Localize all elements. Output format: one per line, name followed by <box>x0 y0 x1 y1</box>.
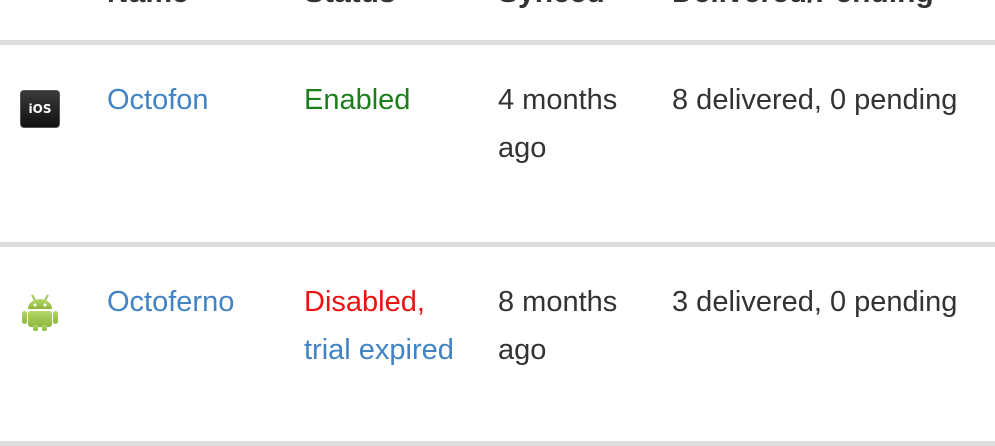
column-header-name: Name <box>107 0 189 10</box>
table-row: iOS Octofon Enabled 4 months ago 8 deliv… <box>0 45 995 247</box>
device-status: Disabled, <box>304 286 425 318</box>
android-robot-graphic <box>22 294 58 331</box>
device-delivered-pending: 3 delivered, 0 pending <box>672 286 958 318</box>
device-status: Enabled <box>304 84 411 116</box>
devices-table: Name Status Synced Delivered/Pending iOS… <box>0 0 995 446</box>
device-status-cell: Disabled, trial expired <box>304 278 479 374</box>
ios-icon: iOS <box>20 90 60 130</box>
table-row: Octoferno Disabled, trial expired 8 mont… <box>0 247 995 446</box>
device-synced: 8 months ago <box>498 286 618 366</box>
device-name-link[interactable]: Octoferno <box>107 286 234 318</box>
device-delivered-pending: 8 delivered, 0 pending <box>672 84 958 116</box>
device-name-cell: Octoferno <box>107 278 282 326</box>
column-header-status: Status <box>304 0 396 10</box>
device-name-link[interactable]: Octofon <box>107 84 209 116</box>
table-header: Name Status Synced Delivered/Pending <box>0 0 995 45</box>
column-header-synced: Synced <box>498 0 605 10</box>
device-synced: 4 months ago <box>498 84 618 164</box>
trial-expired-link[interactable]: trial expired <box>304 326 479 374</box>
android-icon <box>20 292 60 332</box>
device-name-cell: Octofon <box>107 76 282 124</box>
ios-icon-label: iOS <box>20 90 60 128</box>
column-header-delivered-pending: Delivered/Pending <box>672 0 934 10</box>
